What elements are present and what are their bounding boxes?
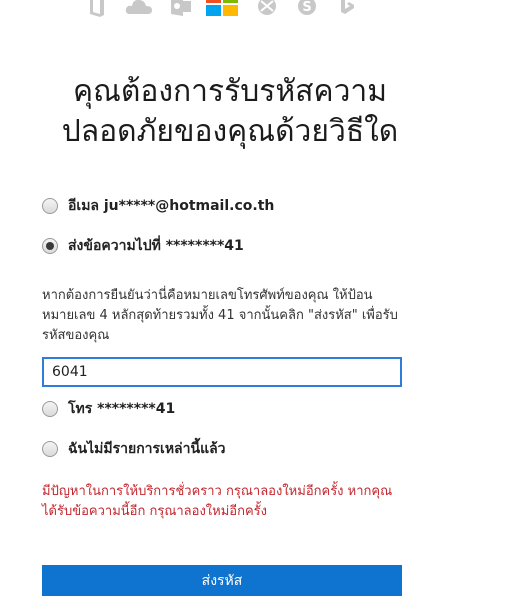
office-icon xyxy=(88,0,106,18)
option-sms-label: ส่งข้อความไปที่ ********41 xyxy=(68,238,244,254)
outlook-icon xyxy=(170,0,192,18)
option-none-label: ฉันไม่มีรายการเหล่านี้แล้ว xyxy=(68,441,226,457)
option-call-label: โทร ********41 xyxy=(68,401,176,417)
option-sms[interactable]: ส่งข้อความไปที่ ********41 xyxy=(42,235,244,257)
option-none[interactable]: ฉันไม่มีรายการเหล่านี้แล้ว xyxy=(42,438,226,460)
call-radio[interactable] xyxy=(42,401,58,417)
email-radio[interactable] xyxy=(42,198,58,214)
error-message: มีปัญหาในการให้บริการชั่วคราว กรุณาลองให… xyxy=(42,484,393,519)
xbox-icon xyxy=(256,0,278,18)
sms-radio[interactable] xyxy=(42,238,58,254)
verify-description: หากต้องการยืนยันว่านี่คือหมายเลขโทรศัพท์… xyxy=(42,288,398,343)
onedrive-icon xyxy=(124,0,154,18)
skype-icon: S xyxy=(296,0,318,18)
page-title: คุณต้องการรับรหัสความ ปลอดภัยของคุณด้วยว… xyxy=(20,72,440,152)
none-radio[interactable] xyxy=(42,441,58,457)
send-code-button[interactable]: ส่งรหัส xyxy=(42,565,402,596)
option-call[interactable]: โทร ********41 xyxy=(42,398,175,420)
bing-icon xyxy=(338,0,356,18)
svg-text:S: S xyxy=(302,0,311,15)
title-line-1: คุณต้องการรับรหัสความ xyxy=(72,74,388,109)
microsoft-logo xyxy=(206,0,238,16)
product-icons-strip: S xyxy=(88,0,368,24)
phone-digits-input[interactable] xyxy=(42,357,402,387)
option-email-label: อีเมล ju*****@hotmail.co.th xyxy=(68,198,275,214)
title-line-2: ปลอดภัยของคุณด้วยวิธีใด xyxy=(61,114,399,149)
option-email[interactable]: อีเมล ju*****@hotmail.co.th xyxy=(42,195,274,217)
